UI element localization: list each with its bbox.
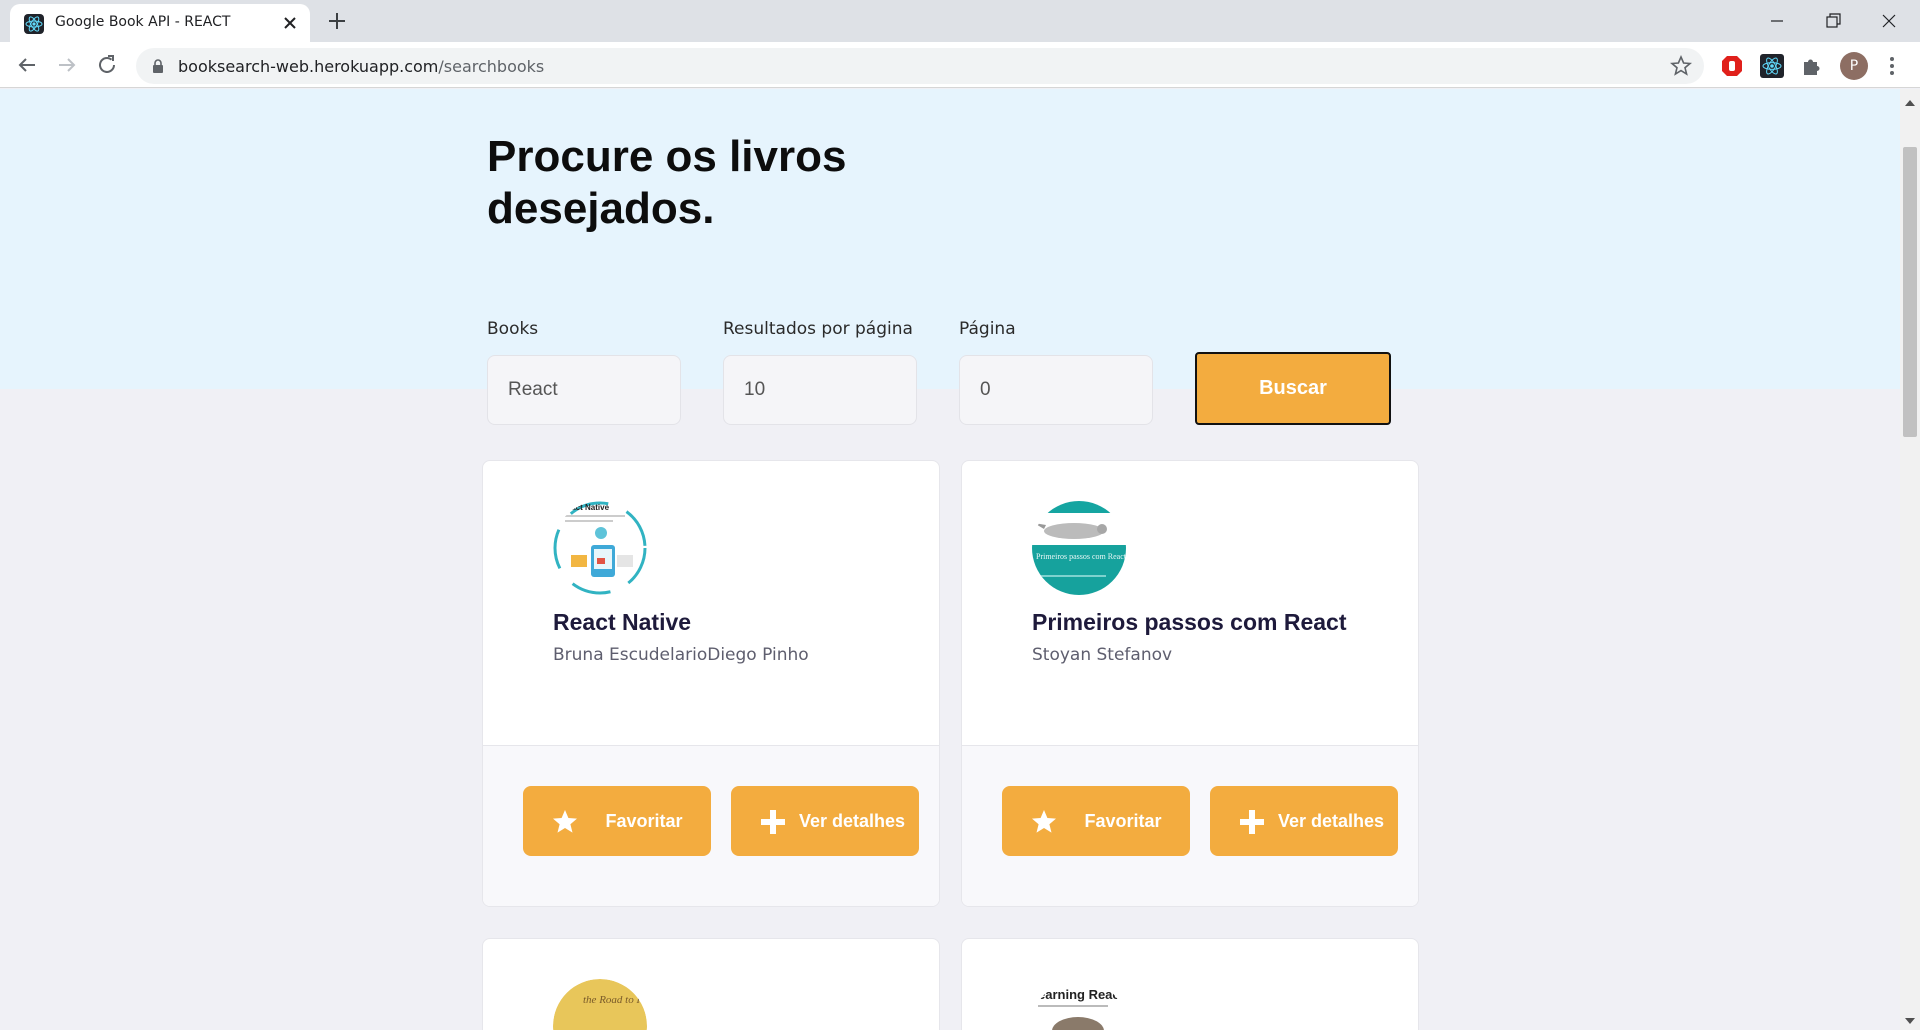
url-host: booksearch-web.herokuapp.com — [178, 57, 439, 76]
books-label: Books — [487, 319, 539, 339]
favorite-label: Favoritar — [605, 811, 683, 831]
plus-icon — [1238, 808, 1266, 836]
cover-text: Primeiros passos com React — [1036, 552, 1126, 561]
book-authors: Bruna EscudelarioDiego Pinho — [553, 645, 809, 665]
star-icon — [551, 808, 579, 836]
react-devtools-extension-icon[interactable] — [1760, 54, 1784, 78]
hero-section — [0, 89, 1900, 389]
restore-icon[interactable] — [1810, 6, 1856, 36]
details-label: Ver detalhes — [798, 811, 906, 831]
plus-icon — [759, 808, 787, 836]
book-card-footer: Favoritar Ver detalhes — [483, 745, 939, 906]
book-title: React Native — [553, 609, 692, 635]
page-scrollbar[interactable] — [1900, 89, 1920, 1030]
react-favicon-icon — [24, 14, 44, 34]
browser-tab[interactable]: Google Book API - REACT — [10, 4, 310, 42]
cover-text: earning React — [1038, 987, 1125, 1002]
extensions-puzzle-icon[interactable] — [1800, 54, 1824, 78]
details-button[interactable]: Ver detalhes — [1210, 786, 1398, 856]
scrollbar-thumb[interactable] — [1903, 147, 1917, 437]
details-label: Ver detalhes — [1277, 811, 1385, 831]
books-search-input[interactable] — [487, 355, 681, 425]
address-bar[interactable]: booksearch-web.herokuapp.com/searchbooks — [136, 48, 1704, 84]
reload-icon[interactable] — [93, 51, 121, 79]
tab-strip: Google Book API - REACT — [0, 0, 1920, 42]
favorite-button[interactable]: Favoritar — [1002, 786, 1190, 856]
per-page-label: Resultados por página — [723, 319, 913, 339]
book-card: React Native React Native Bruna Escudela… — [482, 460, 940, 907]
url-text: booksearch-web.herokuapp.com/searchbooks — [178, 57, 544, 76]
book-card: Primeiros passos com React Primeiros pas… — [961, 460, 1419, 907]
star-icon — [1030, 808, 1058, 836]
more-menu-icon[interactable] — [1882, 54, 1902, 78]
favorite-button[interactable]: Favoritar — [523, 786, 711, 856]
profile-avatar[interactable]: P — [1840, 52, 1868, 80]
browser-toolbar: booksearch-web.herokuapp.com/searchbooks… — [0, 42, 1920, 88]
per-page-input[interactable] — [723, 355, 917, 425]
page-viewport: Procure os livros desejados. Books Resul… — [0, 89, 1900, 1030]
page-number-input[interactable] — [959, 355, 1153, 425]
details-button[interactable]: Ver detalhes — [731, 786, 919, 856]
favorite-label: Favoritar — [1084, 811, 1162, 831]
bookmark-star-icon[interactable] — [1669, 54, 1693, 77]
book-cover-image: the Road to React — [553, 979, 647, 1030]
book-card: earning React — [961, 938, 1419, 1030]
book-title: Primeiros passos com React — [1032, 609, 1347, 635]
book-card-body: React Native React Native Bruna Escudela… — [483, 461, 939, 745]
cover-text: the Road to React — [583, 994, 647, 1006]
new-tab-plus-icon[interactable] — [324, 10, 350, 32]
back-arrow-icon[interactable] — [13, 51, 41, 79]
search-button[interactable]: Buscar — [1195, 352, 1391, 425]
close-window-icon[interactable] — [1866, 6, 1912, 36]
book-cover-image: Primeiros passos com React — [1032, 501, 1126, 595]
page-title: Procure os livros desejados. — [487, 132, 847, 233]
minimize-icon[interactable] — [1754, 6, 1800, 36]
lock-icon — [150, 58, 166, 74]
close-tab-icon[interactable] — [280, 13, 300, 33]
book-cover-image: earning React — [1032, 979, 1126, 1030]
adblock-extension-icon[interactable] — [1720, 54, 1744, 78]
book-authors: Stoyan Stefanov — [1032, 645, 1173, 665]
url-path: /searchbooks — [438, 57, 545, 76]
tab-title: Google Book API - REACT — [55, 14, 231, 30]
page-number-label: Página — [959, 319, 1016, 339]
book-card: the Road to React — [482, 938, 940, 1030]
book-card-body: Primeiros passos com React Primeiros pas… — [962, 461, 1418, 745]
book-cover-image: React Native — [553, 501, 647, 595]
scroll-down-arrow-icon[interactable] — [1904, 1013, 1916, 1024]
book-card-footer: Favoritar Ver detalhes — [962, 745, 1418, 906]
forward-arrow-icon[interactable] — [53, 51, 81, 79]
scroll-up-arrow-icon[interactable] — [1904, 95, 1916, 106]
cover-text: React Native — [561, 503, 610, 512]
